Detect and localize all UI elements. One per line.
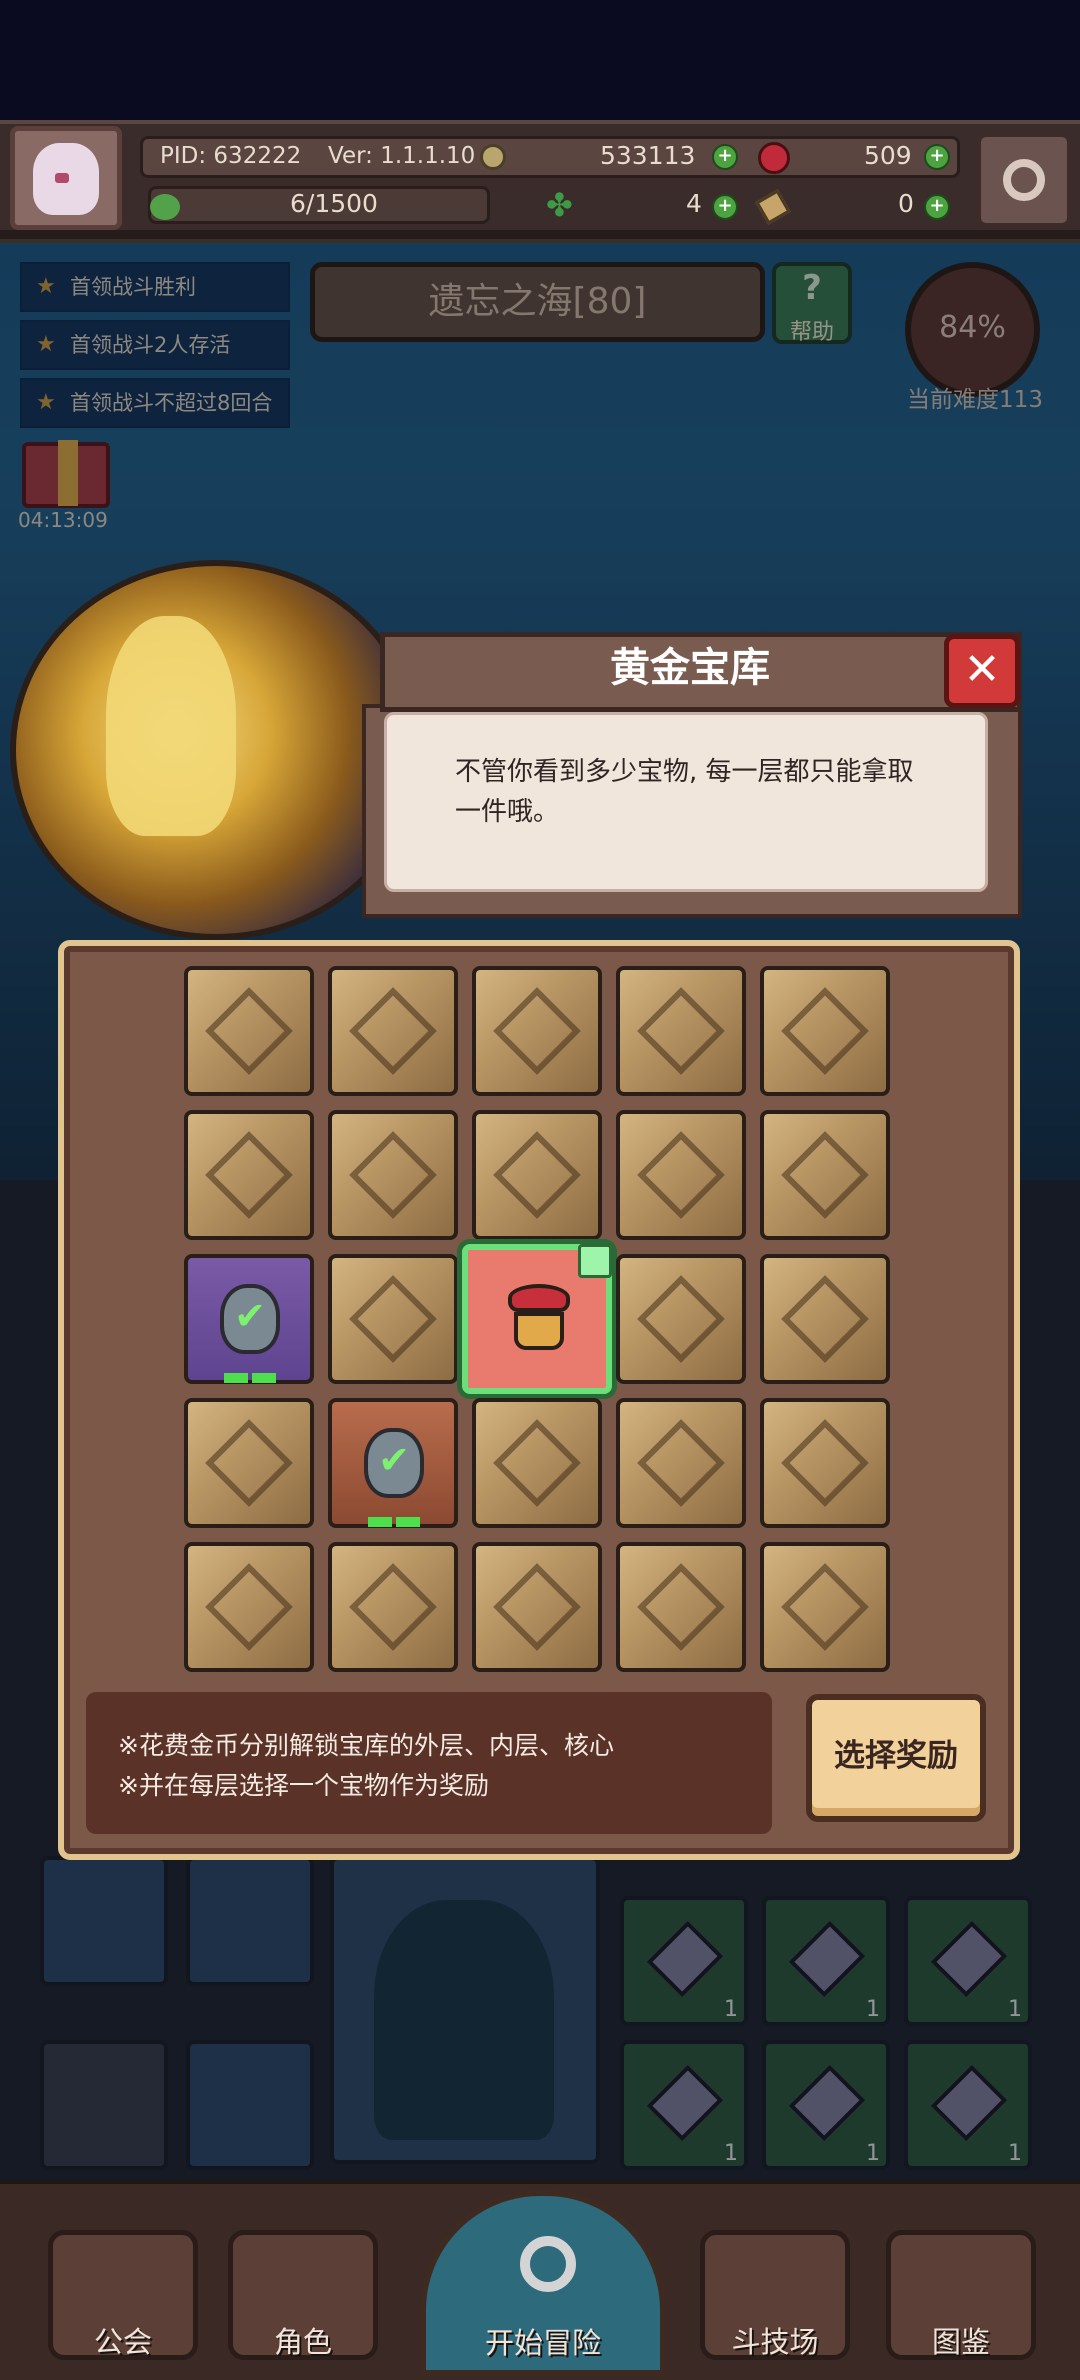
choose-reward-button[interactable]: 选择奖励 bbox=[806, 1694, 986, 1822]
status-bar-area bbox=[0, 0, 1080, 120]
vault-tile[interactable] bbox=[616, 966, 746, 1096]
vault-tile[interactable] bbox=[472, 1542, 602, 1672]
vault-tile[interactable] bbox=[328, 1542, 458, 1672]
checkmark-icon: ✔ bbox=[378, 1438, 410, 1482]
add-gem-button[interactable]: + bbox=[924, 144, 950, 170]
stamina-value: 6/1500 bbox=[290, 189, 378, 218]
magnifier-icon bbox=[520, 2236, 576, 2292]
gem-amount: 509 bbox=[864, 141, 912, 170]
vault-tile[interactable] bbox=[616, 1542, 746, 1672]
vault-core-tile-selected[interactable] bbox=[462, 1244, 612, 1394]
treasure-cup-icon bbox=[508, 1284, 570, 1354]
gold-amount: 533113 bbox=[600, 141, 696, 170]
npc-portrait bbox=[10, 560, 422, 940]
instruction-line: ※花费金币分别解锁宝库的外层、内层、核心 bbox=[118, 1731, 614, 1760]
instruction-line: ※并在每层选择一个宝物作为奖励 bbox=[118, 1771, 489, 1800]
vault-tile[interactable] bbox=[760, 1398, 890, 1528]
vault-tile[interactable] bbox=[760, 1254, 890, 1384]
vault-tile[interactable] bbox=[184, 966, 314, 1096]
gem-icon bbox=[758, 142, 790, 174]
clover-amount: 4 bbox=[686, 189, 702, 218]
player-avatar[interactable] bbox=[10, 126, 122, 230]
nav-guild[interactable]: 公会 bbox=[48, 2230, 198, 2360]
add-gold-button[interactable]: + bbox=[712, 144, 738, 170]
key-amount: 0 bbox=[898, 189, 914, 218]
vault-tile[interactable] bbox=[616, 1254, 746, 1384]
vault-tile[interactable] bbox=[328, 1254, 458, 1384]
checkmark-icon: ✔ bbox=[234, 1294, 266, 1338]
close-icon: ✕ bbox=[963, 644, 1001, 695]
dialog-title: 黄金宝库 bbox=[610, 645, 770, 691]
add-clover-button[interactable]: + bbox=[712, 194, 738, 220]
vault-tile[interactable] bbox=[616, 1398, 746, 1528]
vault-tile[interactable] bbox=[472, 1110, 602, 1240]
vault-tile[interactable] bbox=[184, 1542, 314, 1672]
nav-codex[interactable]: 图鉴 bbox=[886, 2230, 1036, 2360]
vault-tile[interactable] bbox=[472, 1398, 602, 1528]
clover-icon: ✤ bbox=[546, 186, 573, 224]
gem-reward-icon: ✔ bbox=[364, 1428, 424, 1498]
vault-tile[interactable] bbox=[328, 1110, 458, 1240]
gold-coin-icon bbox=[480, 144, 506, 170]
vault-tile[interactable] bbox=[472, 966, 602, 1096]
vault-tile[interactable] bbox=[328, 966, 458, 1096]
vault-tile[interactable] bbox=[184, 1398, 314, 1528]
vault-tile[interactable] bbox=[616, 1110, 746, 1240]
game-version: Ver: 1.1.1.10 bbox=[328, 143, 476, 169]
vault-tile[interactable] bbox=[760, 966, 890, 1096]
stamina-icon bbox=[150, 194, 180, 220]
add-key-button[interactable]: + bbox=[924, 194, 950, 220]
gem-reward-icon: ✔ bbox=[220, 1284, 280, 1354]
nav-arena[interactable]: 斗技场 bbox=[700, 2230, 850, 2360]
selected-corner-icon bbox=[578, 1244, 612, 1278]
vault-tile-claimed[interactable]: ✔ bbox=[184, 1254, 314, 1384]
settings-button[interactable] bbox=[976, 132, 1072, 228]
player-id: PID: 632222 bbox=[160, 143, 302, 169]
vault-tile[interactable] bbox=[760, 1542, 890, 1672]
gear-icon bbox=[1003, 159, 1045, 201]
vault-tile[interactable] bbox=[184, 1110, 314, 1240]
vault-tile[interactable] bbox=[760, 1110, 890, 1240]
close-button[interactable]: ✕ bbox=[944, 634, 1020, 708]
dialog-text: 不管你看到多少宝物, 每一层都只能拿取一件哦。 bbox=[455, 757, 914, 827]
nav-character[interactable]: 角色 bbox=[228, 2230, 378, 2360]
vault-tile-claimed[interactable]: ✔ bbox=[328, 1398, 458, 1528]
